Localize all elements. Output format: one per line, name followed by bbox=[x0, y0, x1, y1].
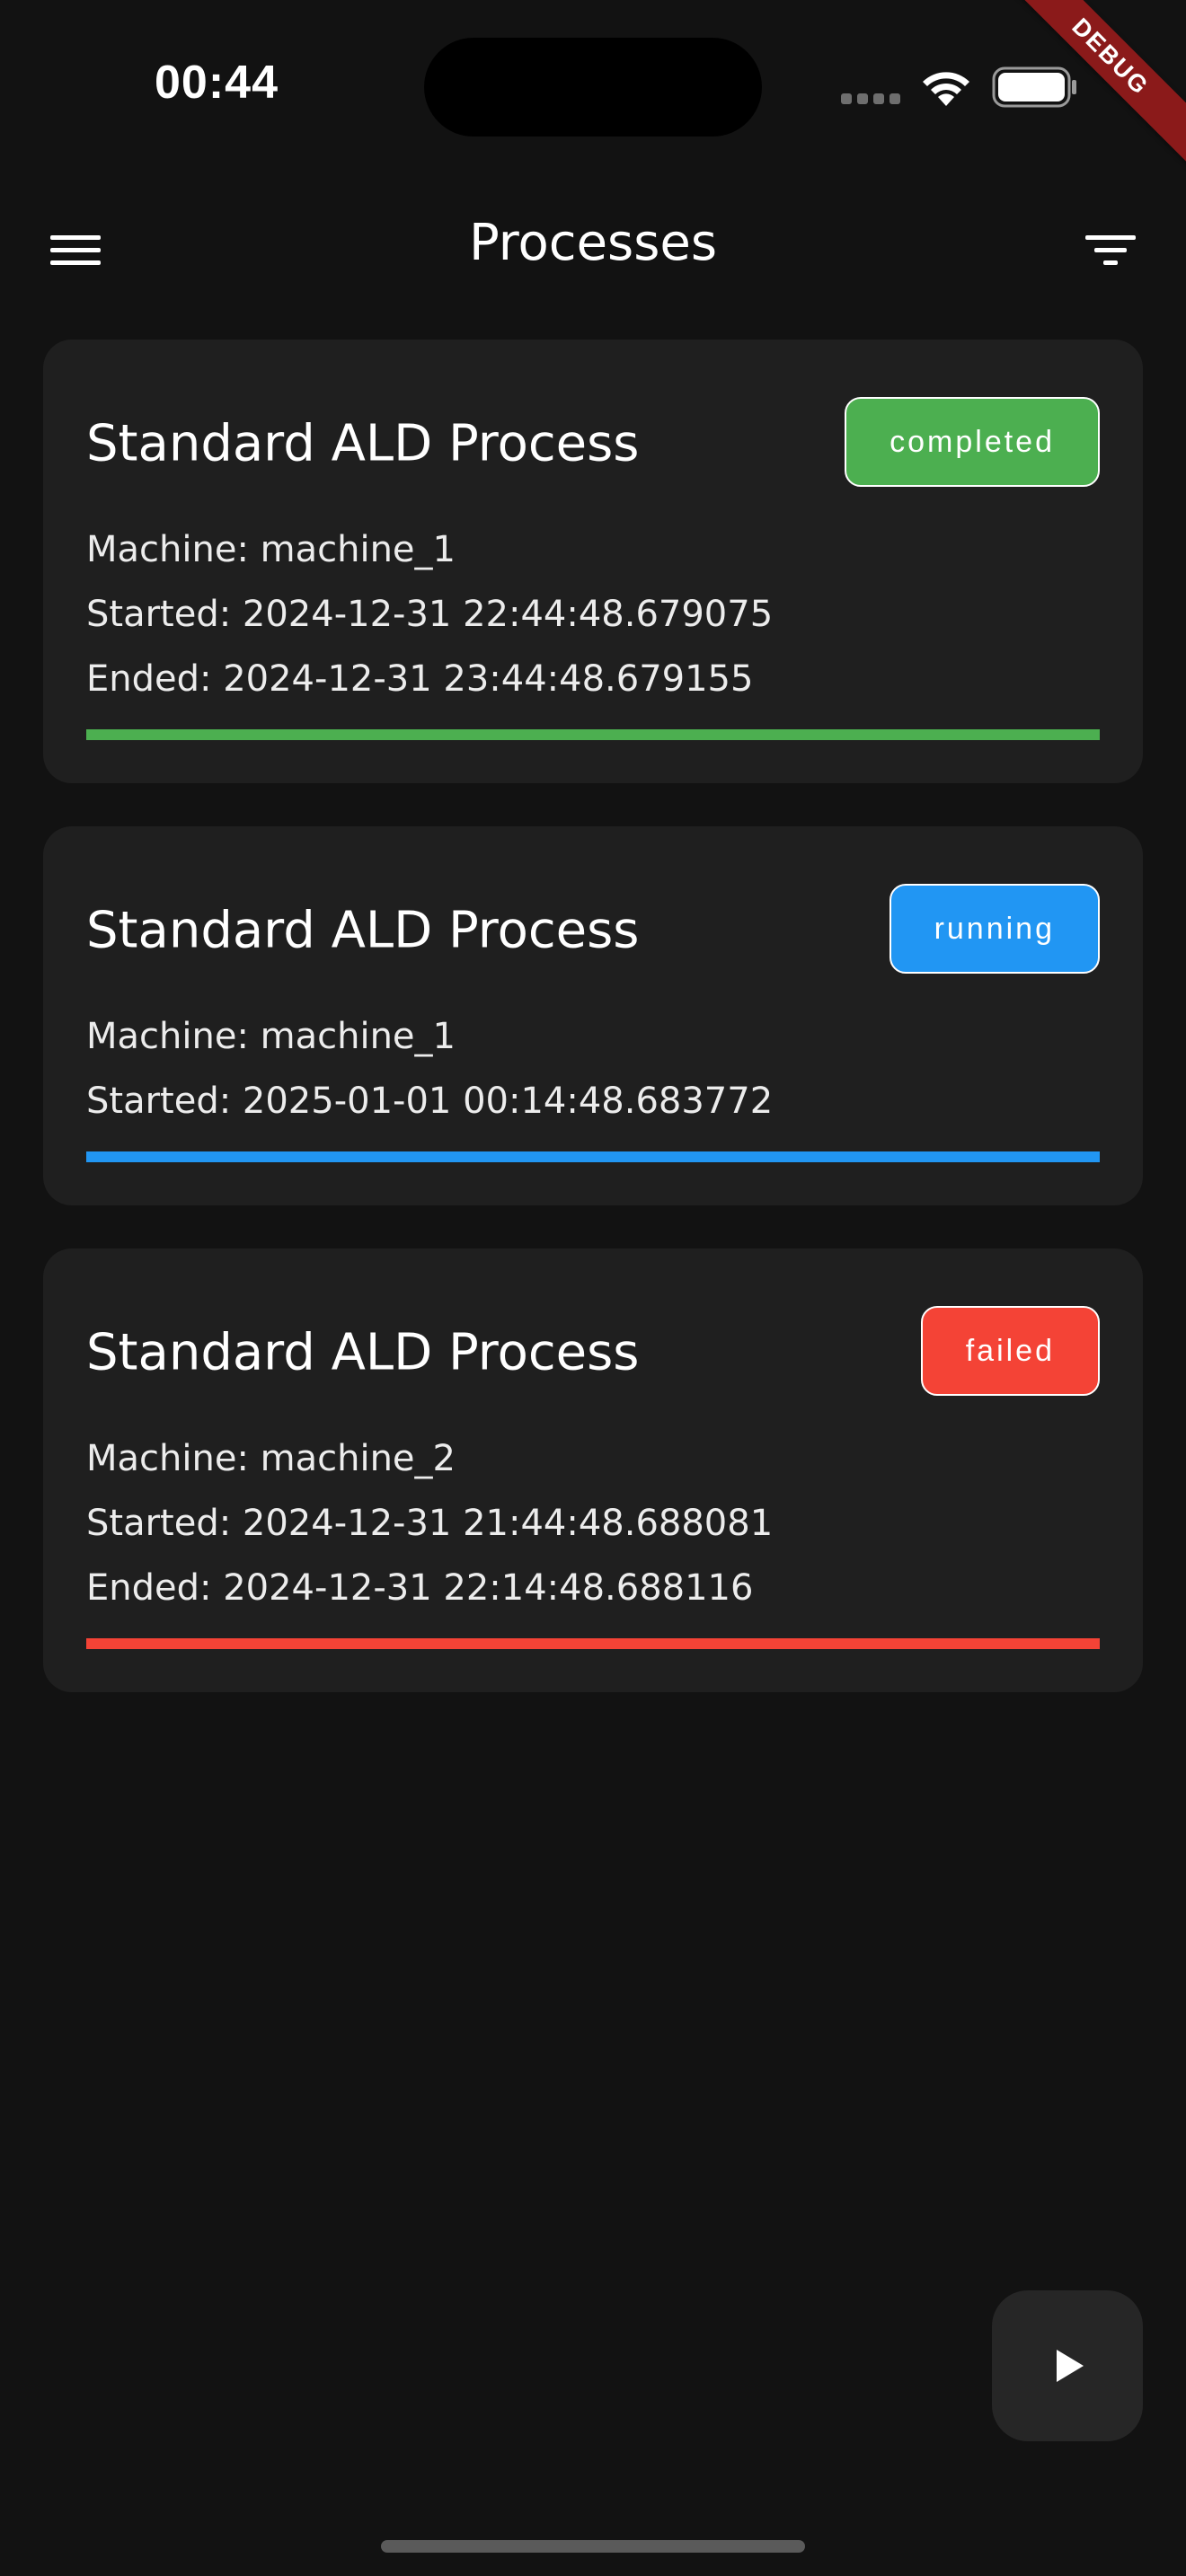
card-header: Standard ALD Process completed bbox=[86, 397, 1100, 490]
process-name: Standard ALD Process bbox=[86, 901, 640, 960]
process-card[interactable]: Standard ALD Process running Machine: ma… bbox=[43, 826, 1143, 1205]
battery-icon bbox=[992, 66, 1076, 108]
app-bar: Processes bbox=[0, 180, 1186, 305]
machine-label: Machine: machine_1 bbox=[86, 1016, 456, 1057]
status-time: 00:44 bbox=[155, 57, 279, 109]
dynamic-island bbox=[424, 38, 762, 137]
process-card[interactable]: Standard ALD Process completed Machine: … bbox=[43, 340, 1143, 783]
process-name: Standard ALD Process bbox=[86, 414, 640, 473]
play-icon bbox=[1057, 2350, 1084, 2382]
process-card[interactable]: Standard ALD Process failed Machine: mac… bbox=[43, 1248, 1143, 1692]
ended-label: Ended: 2024-12-31 23:44:48.679155 bbox=[86, 658, 754, 700]
filter-button[interactable] bbox=[1071, 212, 1150, 291]
wifi-icon bbox=[923, 72, 969, 106]
status-badge: completed bbox=[845, 397, 1100, 487]
filter-icon bbox=[1085, 235, 1136, 265]
page-title: Processes bbox=[468, 214, 718, 272]
status-bar-indicator bbox=[86, 1638, 1100, 1649]
process-list: Standard ALD Process completed Machine: … bbox=[43, 340, 1143, 1735]
status-badge: failed bbox=[920, 1306, 1100, 1396]
machine-label: Machine: machine_1 bbox=[86, 529, 456, 570]
status-bar-indicator bbox=[86, 1151, 1100, 1162]
process-name: Standard ALD Process bbox=[86, 1323, 640, 1382]
signal-icon bbox=[841, 93, 900, 104]
start-process-button[interactable] bbox=[992, 2290, 1143, 2441]
ended-label: Ended: 2024-12-31 22:14:48.688116 bbox=[86, 1567, 754, 1609]
started-label: Started: 2024-12-31 22:44:48.679075 bbox=[86, 594, 774, 635]
status-badge: running bbox=[889, 884, 1100, 974]
status-bar-indicator bbox=[86, 729, 1100, 740]
card-header: Standard ALD Process running bbox=[86, 884, 1100, 977]
card-header: Standard ALD Process failed bbox=[86, 1306, 1100, 1399]
started-label: Started: 2025-01-01 00:14:48.683772 bbox=[86, 1081, 774, 1122]
home-indicator bbox=[381, 2540, 805, 2553]
status-bar: 00:44 bbox=[0, 0, 1186, 171]
machine-label: Machine: machine_2 bbox=[86, 1438, 456, 1479]
started-label: Started: 2024-12-31 21:44:48.688081 bbox=[86, 1503, 774, 1544]
